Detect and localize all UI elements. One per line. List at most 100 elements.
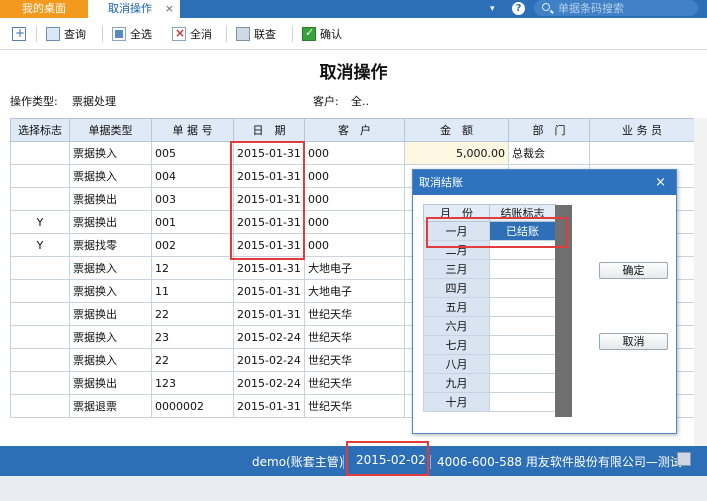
month-row[interactable]: 一月 已结账 bbox=[423, 221, 556, 241]
date-cell[interactable]: 2015-01-31 bbox=[233, 256, 305, 280]
month-row[interactable]: 十月 bbox=[423, 392, 556, 412]
doc-no-cell[interactable]: 001 bbox=[151, 210, 234, 234]
column-header[interactable]: 月 份 bbox=[423, 204, 490, 222]
doc-type-cell[interactable]: 票据换出 bbox=[69, 302, 152, 326]
select-flag-cell[interactable] bbox=[10, 302, 70, 326]
date-cell[interactable]: 2015-02-24 bbox=[233, 325, 305, 349]
column-header[interactable]: 日 期 bbox=[233, 118, 305, 142]
closing-flag-cell[interactable] bbox=[489, 373, 556, 393]
department-cell[interactable]: 总裁会 bbox=[508, 141, 590, 165]
column-header[interactable]: 选择标志 bbox=[10, 118, 70, 142]
doc-type-cell[interactable]: 票据换出 bbox=[69, 210, 152, 234]
column-header[interactable]: 客 户 bbox=[304, 118, 405, 142]
select-flag-cell[interactable] bbox=[10, 256, 70, 280]
query-button[interactable]: 查询 bbox=[46, 25, 86, 43]
table-row[interactable]: 票据换入 005 2015-01-31 000 5,000.00 总裁会 bbox=[10, 141, 695, 165]
doc-no-cell[interactable]: 004 bbox=[151, 164, 234, 188]
chevron-down-icon[interactable]: ▾ bbox=[490, 0, 495, 18]
doc-type-cell[interactable]: 票据找零 bbox=[69, 233, 152, 257]
doc-type-cell[interactable]: 票据换入 bbox=[69, 256, 152, 280]
customer-cell[interactable]: 世纪天华 bbox=[304, 371, 405, 395]
column-header[interactable]: 部 门 bbox=[508, 118, 590, 142]
month-cell[interactable]: 九月 bbox=[423, 373, 490, 393]
search-icon[interactable] bbox=[542, 3, 550, 11]
search-input[interactable] bbox=[558, 1, 693, 15]
month-cell[interactable]: 十月 bbox=[423, 392, 490, 412]
doc-type-cell[interactable]: 票据换出 bbox=[69, 187, 152, 211]
closing-flag-cell[interactable] bbox=[489, 297, 556, 317]
doc-no-cell[interactable]: 0000002 bbox=[151, 394, 234, 418]
select-flag-cell[interactable] bbox=[10, 164, 70, 188]
doc-no-cell[interactable]: 005 bbox=[151, 141, 234, 165]
column-header[interactable]: 单据类型 bbox=[69, 118, 152, 142]
month-cell[interactable]: 一月 bbox=[423, 221, 490, 241]
select-flag-cell[interactable] bbox=[10, 141, 70, 165]
doc-no-cell[interactable]: 003 bbox=[151, 187, 234, 211]
column-header[interactable]: 业 务 员 bbox=[589, 118, 695, 142]
month-cell[interactable]: 八月 bbox=[423, 354, 490, 374]
tab-cancel-operation[interactable]: 取消操作 × bbox=[88, 0, 180, 18]
doc-type-cell[interactable]: 票据退票 bbox=[69, 394, 152, 418]
month-row[interactable]: 三月 bbox=[423, 259, 556, 279]
customer-cell[interactable]: 000 bbox=[304, 164, 405, 188]
month-cell[interactable]: 二月 bbox=[423, 240, 490, 260]
doc-no-cell[interactable]: 123 bbox=[151, 371, 234, 395]
customer-cell[interactable]: 世纪天华 bbox=[304, 325, 405, 349]
tab-home[interactable]: 我的桌面 bbox=[0, 0, 88, 18]
month-cell[interactable]: 七月 bbox=[423, 335, 490, 355]
column-header[interactable]: 结账标志 bbox=[489, 204, 556, 222]
doc-no-cell[interactable]: 22 bbox=[151, 348, 234, 372]
doc-no-cell[interactable]: 002 bbox=[151, 233, 234, 257]
add-button[interactable] bbox=[12, 25, 26, 43]
audit-button[interactable]: 联查 bbox=[236, 25, 276, 43]
customer-cell[interactable]: 000 bbox=[304, 141, 405, 165]
select-flag-cell[interactable] bbox=[10, 325, 70, 349]
closing-flag-cell[interactable] bbox=[489, 335, 556, 355]
customer-cell[interactable]: 大地电子 bbox=[304, 279, 405, 303]
month-cell[interactable]: 六月 bbox=[423, 316, 490, 336]
scrollbar[interactable] bbox=[555, 205, 572, 417]
date-cell[interactable]: 2015-01-31 bbox=[233, 302, 305, 326]
ok-button[interactable]: 确定 bbox=[599, 262, 668, 279]
month-row[interactable]: 七月 bbox=[423, 335, 556, 355]
select-flag-cell[interactable] bbox=[10, 348, 70, 372]
month-cell[interactable]: 五月 bbox=[423, 297, 490, 317]
date-cell[interactable]: 2015-02-24 bbox=[233, 371, 305, 395]
qr-code-icon[interactable] bbox=[677, 452, 691, 466]
month-row[interactable]: 四月 bbox=[423, 278, 556, 298]
select-flag-cell[interactable] bbox=[10, 394, 70, 418]
month-row[interactable]: 二月 bbox=[423, 240, 556, 260]
customer-cell[interactable]: 世纪天华 bbox=[304, 302, 405, 326]
doc-type-cell[interactable]: 票据换入 bbox=[69, 325, 152, 349]
select-flag-cell[interactable]: Y bbox=[10, 210, 70, 234]
select-flag-cell[interactable]: Y bbox=[10, 233, 70, 257]
closing-flag-cell[interactable]: 已结账 bbox=[489, 221, 556, 241]
confirm-button[interactable]: 确认 bbox=[302, 25, 342, 43]
date-cell[interactable]: 2015-02-24 bbox=[233, 348, 305, 372]
doc-type-cell[interactable]: 票据换入 bbox=[69, 141, 152, 165]
doc-type-cell[interactable]: 票据换入 bbox=[69, 164, 152, 188]
column-header[interactable]: 单 据 号 bbox=[151, 118, 234, 142]
date-cell[interactable]: 2015-01-31 bbox=[233, 279, 305, 303]
select-flag-cell[interactable] bbox=[10, 187, 70, 211]
unselect-all-button[interactable]: 全消 bbox=[172, 25, 212, 43]
date-cell[interactable]: 2015-01-31 bbox=[233, 233, 305, 257]
close-icon[interactable]: × bbox=[655, 170, 666, 195]
month-cell[interactable]: 四月 bbox=[423, 278, 490, 298]
date-cell[interactable]: 2015-01-31 bbox=[233, 210, 305, 234]
staff-cell[interactable] bbox=[589, 141, 695, 165]
select-flag-cell[interactable] bbox=[10, 279, 70, 303]
date-cell[interactable]: 2015-01-31 bbox=[233, 394, 305, 418]
month-row[interactable]: 八月 bbox=[423, 354, 556, 374]
date-cell[interactable]: 2015-01-31 bbox=[233, 164, 305, 188]
closing-flag-cell[interactable] bbox=[489, 392, 556, 412]
customer-cell[interactable]: 000 bbox=[304, 210, 405, 234]
close-icon[interactable]: × bbox=[165, 0, 174, 18]
closing-flag-cell[interactable] bbox=[489, 278, 556, 298]
date-cell[interactable]: 2015-01-31 bbox=[233, 141, 305, 165]
customer-cell[interactable]: 000 bbox=[304, 187, 405, 211]
doc-type-cell[interactable]: 票据换入 bbox=[69, 279, 152, 303]
help-icon[interactable]: ? bbox=[512, 2, 525, 15]
closing-flag-cell[interactable] bbox=[489, 316, 556, 336]
closing-flag-cell[interactable] bbox=[489, 240, 556, 260]
